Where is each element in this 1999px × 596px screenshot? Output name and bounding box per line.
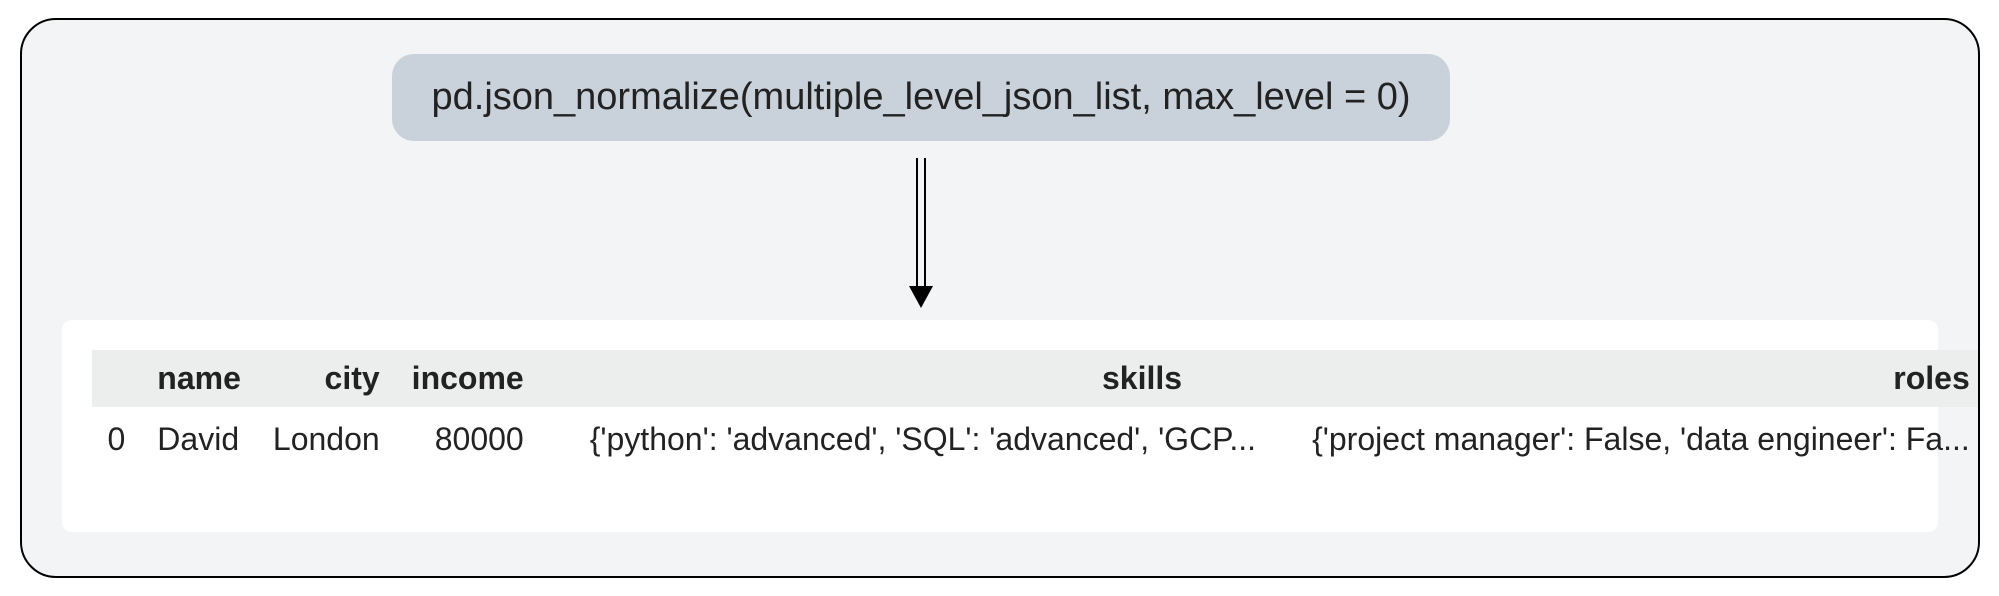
output-table-panel: name city income skills roles 0 David Lo… [62, 320, 1938, 532]
arrow-down-icon [907, 158, 937, 308]
table-header-row: name city income skills roles [92, 350, 1980, 407]
col-roles: roles [1272, 350, 1979, 407]
col-skills: skills [540, 350, 1272, 407]
cell-income: 80000 [396, 407, 540, 472]
table-row: 0 David London 80000 {'python': 'advance… [92, 407, 1980, 472]
cell-roles: {'project manager': False, 'data enginee… [1272, 407, 1979, 472]
cell-city: London [257, 407, 396, 472]
figure-card: pd.json_normalize(multiple_level_json_li… [20, 18, 1980, 578]
col-income: income [396, 350, 540, 407]
output-table: name city income skills roles 0 David Lo… [92, 350, 1980, 472]
col-index [92, 350, 142, 407]
col-city: city [257, 350, 396, 407]
cell-name: David [141, 407, 257, 472]
cell-index: 0 [92, 407, 142, 472]
col-name: name [141, 350, 257, 407]
code-snippet: pd.json_normalize(multiple_level_json_li… [392, 54, 1451, 141]
cell-skills: {'python': 'advanced', 'SQL': 'advanced'… [540, 407, 1272, 472]
